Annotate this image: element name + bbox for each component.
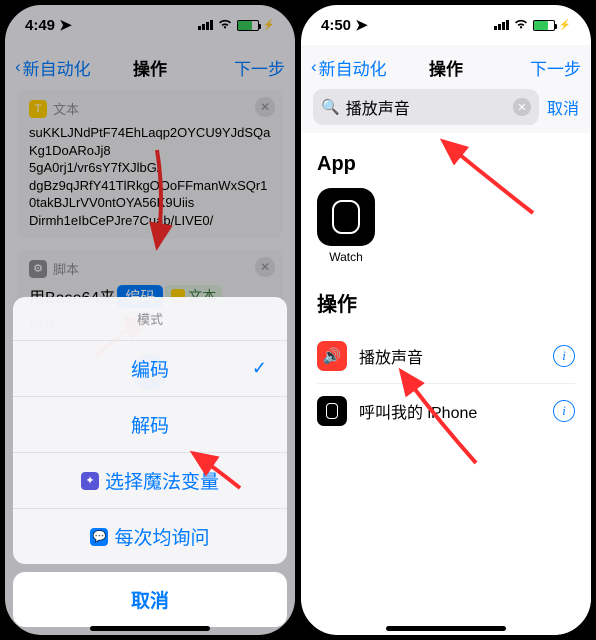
sheet-option-magic[interactable]: ✦选择魔法变量 bbox=[13, 453, 287, 509]
action-row-play-sound[interactable]: 🔊 播放声音 i bbox=[317, 329, 575, 384]
speaker-icon: 🔊 bbox=[317, 341, 347, 371]
search-icon: 🔍 bbox=[321, 98, 340, 116]
app-result[interactable]: Watch bbox=[317, 188, 375, 264]
charging-icon: ⚡ bbox=[559, 20, 571, 31]
nav-header: ‹新自动化 操作 下一步 bbox=[301, 45, 591, 89]
back-label: 新自动化 bbox=[319, 55, 387, 80]
sheet-cancel-button[interactable]: 取消 bbox=[13, 572, 287, 627]
section-title-app: App bbox=[317, 153, 575, 176]
cellular-icon bbox=[494, 20, 509, 30]
home-indicator[interactable] bbox=[386, 626, 506, 631]
search-cancel-button[interactable]: 取消 bbox=[547, 95, 579, 119]
location-icon: ➤ bbox=[355, 17, 368, 34]
home-indicator[interactable] bbox=[90, 626, 210, 631]
chevron-left-icon: ‹ bbox=[311, 57, 317, 77]
speech-icon: 💬 bbox=[90, 528, 108, 546]
status-time: 4:50 bbox=[321, 17, 351, 34]
sheet-option-encode[interactable]: 编码✓ bbox=[13, 341, 287, 397]
action-label: 播放声音 bbox=[359, 344, 541, 368]
info-button[interactable]: i bbox=[553, 400, 575, 422]
action-label: 呼叫我的 iPhone bbox=[359, 399, 541, 423]
battery-icon bbox=[533, 20, 555, 31]
sheet-option-ask[interactable]: 💬每次均询问 bbox=[13, 509, 287, 564]
phone-left: 4:49 ➤ ⚡ ‹新自动化 操作 下一步 ✕ T文本 suKKLJNdPtF7… bbox=[4, 4, 296, 636]
wifi-icon bbox=[513, 17, 529, 33]
action-row-ping-iphone[interactable]: 呼叫我的 iPhone i bbox=[317, 384, 575, 438]
phone-right: 4:50 ➤ ⚡ ‹新自动化 操作 下一步 🔍 播放声音 ✕ 取消 bbox=[300, 4, 592, 636]
wand-icon: ✦ bbox=[81, 472, 99, 490]
watch-icon bbox=[317, 396, 347, 426]
watch-app-icon bbox=[317, 188, 375, 246]
search-query: 播放声音 bbox=[346, 95, 410, 119]
action-sheet: 模式 编码✓ 解码 ✦选择魔法变量 💬每次均询问 取消 bbox=[13, 297, 287, 627]
clear-search-button[interactable]: ✕ bbox=[513, 98, 531, 116]
checkmark-icon: ✓ bbox=[252, 358, 267, 379]
back-button[interactable]: ‹新自动化 bbox=[311, 55, 387, 80]
status-bar: 4:50 ➤ ⚡ bbox=[301, 5, 591, 45]
info-button[interactable]: i bbox=[553, 345, 575, 367]
app-label: Watch bbox=[317, 250, 375, 264]
sheet-option-decode[interactable]: 解码 bbox=[13, 397, 287, 453]
search-input[interactable]: 🔍 播放声音 ✕ bbox=[313, 89, 539, 125]
next-button[interactable]: 下一步 bbox=[530, 55, 581, 80]
section-title-actions: 操作 bbox=[317, 288, 575, 317]
sheet-title: 模式 bbox=[13, 297, 287, 341]
